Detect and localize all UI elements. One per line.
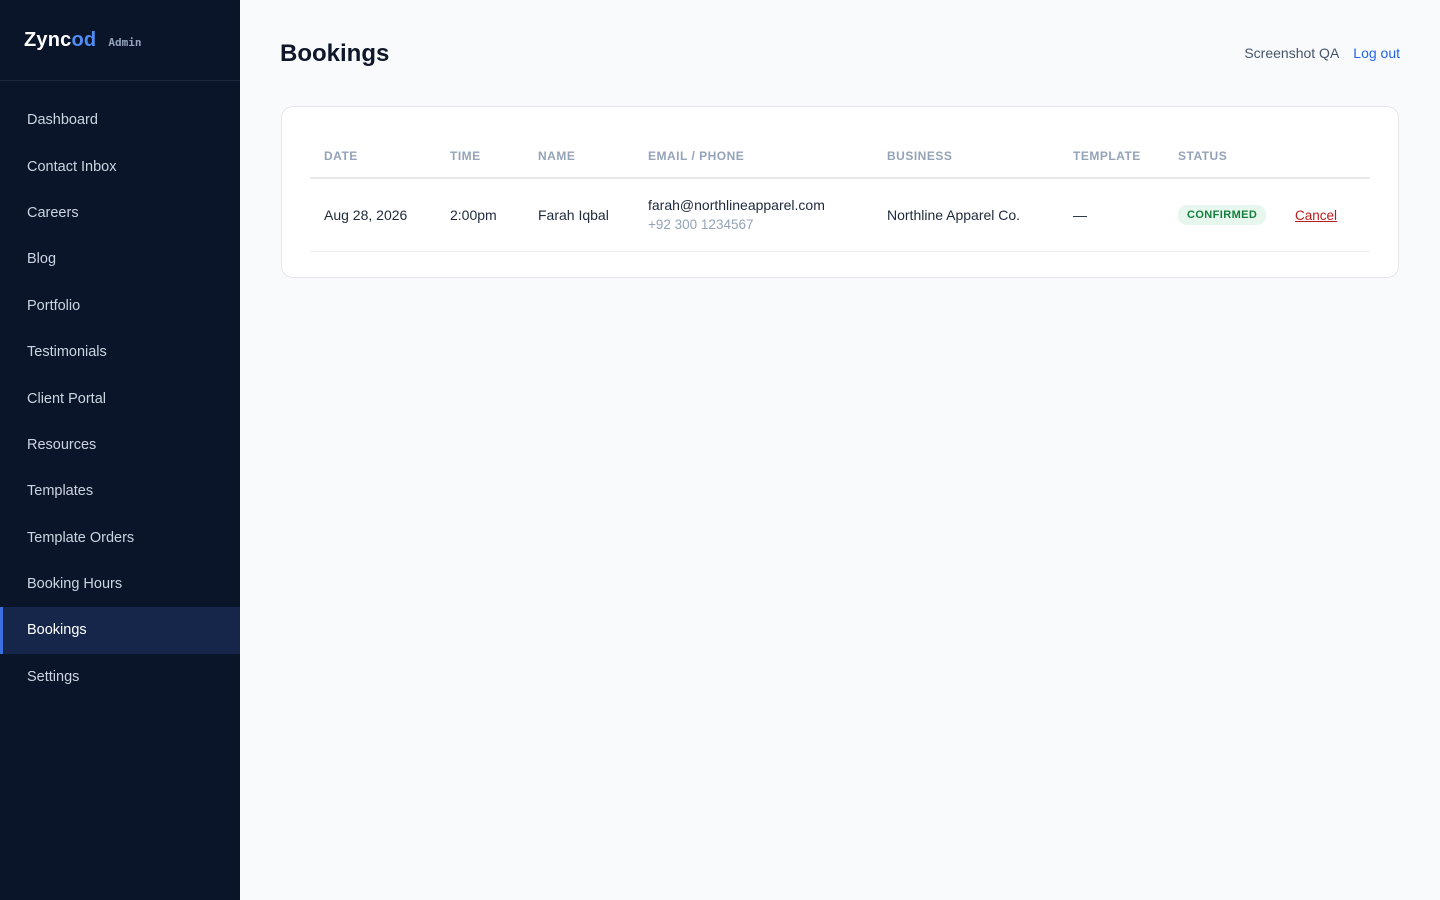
brand-tag: Admin — [108, 35, 142, 49]
sidebar-item-label: Templates — [27, 483, 94, 500]
sidebar-item-settings[interactable]: Settings — [0, 654, 240, 700]
sidebar-item-careers[interactable]: Careers — [0, 190, 240, 236]
booking-phone: +92 300 1234567 — [648, 217, 754, 233]
column-header-name: NAME — [524, 135, 634, 179]
booking-time: 2:00pm — [436, 178, 524, 252]
sidebar-item-label: Resources — [27, 436, 97, 453]
sidebar-item-bookings[interactable]: Bookings — [0, 607, 240, 654]
column-header-actions — [1281, 135, 1370, 179]
booking-name: Farah Iqbal — [524, 178, 634, 252]
sidebar-item-label: Booking Hours — [27, 576, 123, 593]
sidebar-item-label: Client Portal — [27, 390, 106, 407]
sidebar-item-label: Template Orders — [27, 529, 135, 546]
sidebar-item-label: Settings — [27, 668, 80, 685]
booking-date: Aug 28, 2026 — [310, 178, 436, 252]
sidebar-item-booking-hours[interactable]: Booking Hours — [0, 561, 240, 607]
booking-contact: farah@northlineapparel.com +92 300 12345… — [634, 178, 873, 252]
page-title: Bookings — [280, 40, 390, 67]
sidebar-item-label: Portfolio — [27, 297, 81, 314]
sidebar-item-templates[interactable]: Templates — [0, 468, 240, 514]
sidebar-item-testimonials[interactable]: Testimonials — [0, 329, 240, 375]
sidebar-item-resources[interactable]: Resources — [0, 422, 240, 468]
column-header-template: TEMPLATE — [1059, 135, 1164, 179]
current-user-name: Screenshot QA — [1244, 45, 1340, 61]
status-badge: CONFIRMED — [1178, 204, 1267, 225]
sidebar-item-portfolio[interactable]: Portfolio — [0, 283, 240, 329]
sidebar-item-label: Dashboard — [27, 112, 98, 129]
sidebar-item-label: Careers — [27, 204, 79, 221]
cancel-booking-link[interactable]: Cancel — [1295, 208, 1337, 223]
column-header-date: DATE — [310, 135, 436, 179]
sidebar-item-label: Testimonials — [27, 344, 107, 361]
sidebar-item-label: Contact Inbox — [27, 158, 117, 175]
sidebar-item-dashboard[interactable]: Dashboard — [0, 97, 240, 143]
brand-name-accent: od — [71, 28, 97, 51]
brand-logo[interactable]: Zyncod — [24, 29, 96, 52]
table-row: Aug 28, 2026 2:00pm Farah Iqbal farah@no… — [310, 178, 1370, 252]
sidebar-item-template-orders[interactable]: Template Orders — [0, 515, 240, 561]
column-header-time: TIME — [436, 135, 524, 179]
booking-email: farah@northlineapparel.com — [648, 197, 825, 214]
brand-name-primary: Zync — [24, 28, 72, 51]
sidebar-item-label: Blog — [27, 251, 57, 268]
column-header-status: STATUS — [1164, 135, 1281, 179]
main-content: Bookings Screenshot QA Log out DATE TIME… — [240, 0, 1440, 900]
brand: Zyncod Admin — [0, 0, 240, 81]
sidebar-item-label: Bookings — [27, 622, 87, 639]
booking-actions-cell: Cancel — [1281, 178, 1370, 252]
sidebar-item-contact-inbox[interactable]: Contact Inbox — [0, 143, 240, 189]
bookings-card: DATE TIME NAME EMAIL / PHONE BUSINESS TE… — [281, 106, 1399, 278]
bookings-table: DATE TIME NAME EMAIL / PHONE BUSINESS TE… — [310, 135, 1370, 252]
booking-business: Northline Apparel Co. — [873, 178, 1059, 252]
topbar: Screenshot QA Log out — [1244, 45, 1400, 61]
booking-status-cell: CONFIRMED — [1164, 178, 1281, 252]
sidebar: Zyncod Admin Dashboard Contact Inbox Car… — [0, 0, 240, 900]
sidebar-item-blog[interactable]: Blog — [0, 236, 240, 282]
column-header-business: BUSINESS — [873, 135, 1059, 179]
sidebar-nav: Dashboard Contact Inbox Careers Blog Por… — [0, 81, 240, 700]
booking-template: — — [1059, 178, 1164, 252]
logout-link[interactable]: Log out — [1353, 45, 1400, 61]
sidebar-item-client-portal[interactable]: Client Portal — [0, 375, 240, 421]
column-header-email-phone: EMAIL / PHONE — [634, 135, 873, 179]
table-header-row: DATE TIME NAME EMAIL / PHONE BUSINESS TE… — [310, 135, 1370, 179]
